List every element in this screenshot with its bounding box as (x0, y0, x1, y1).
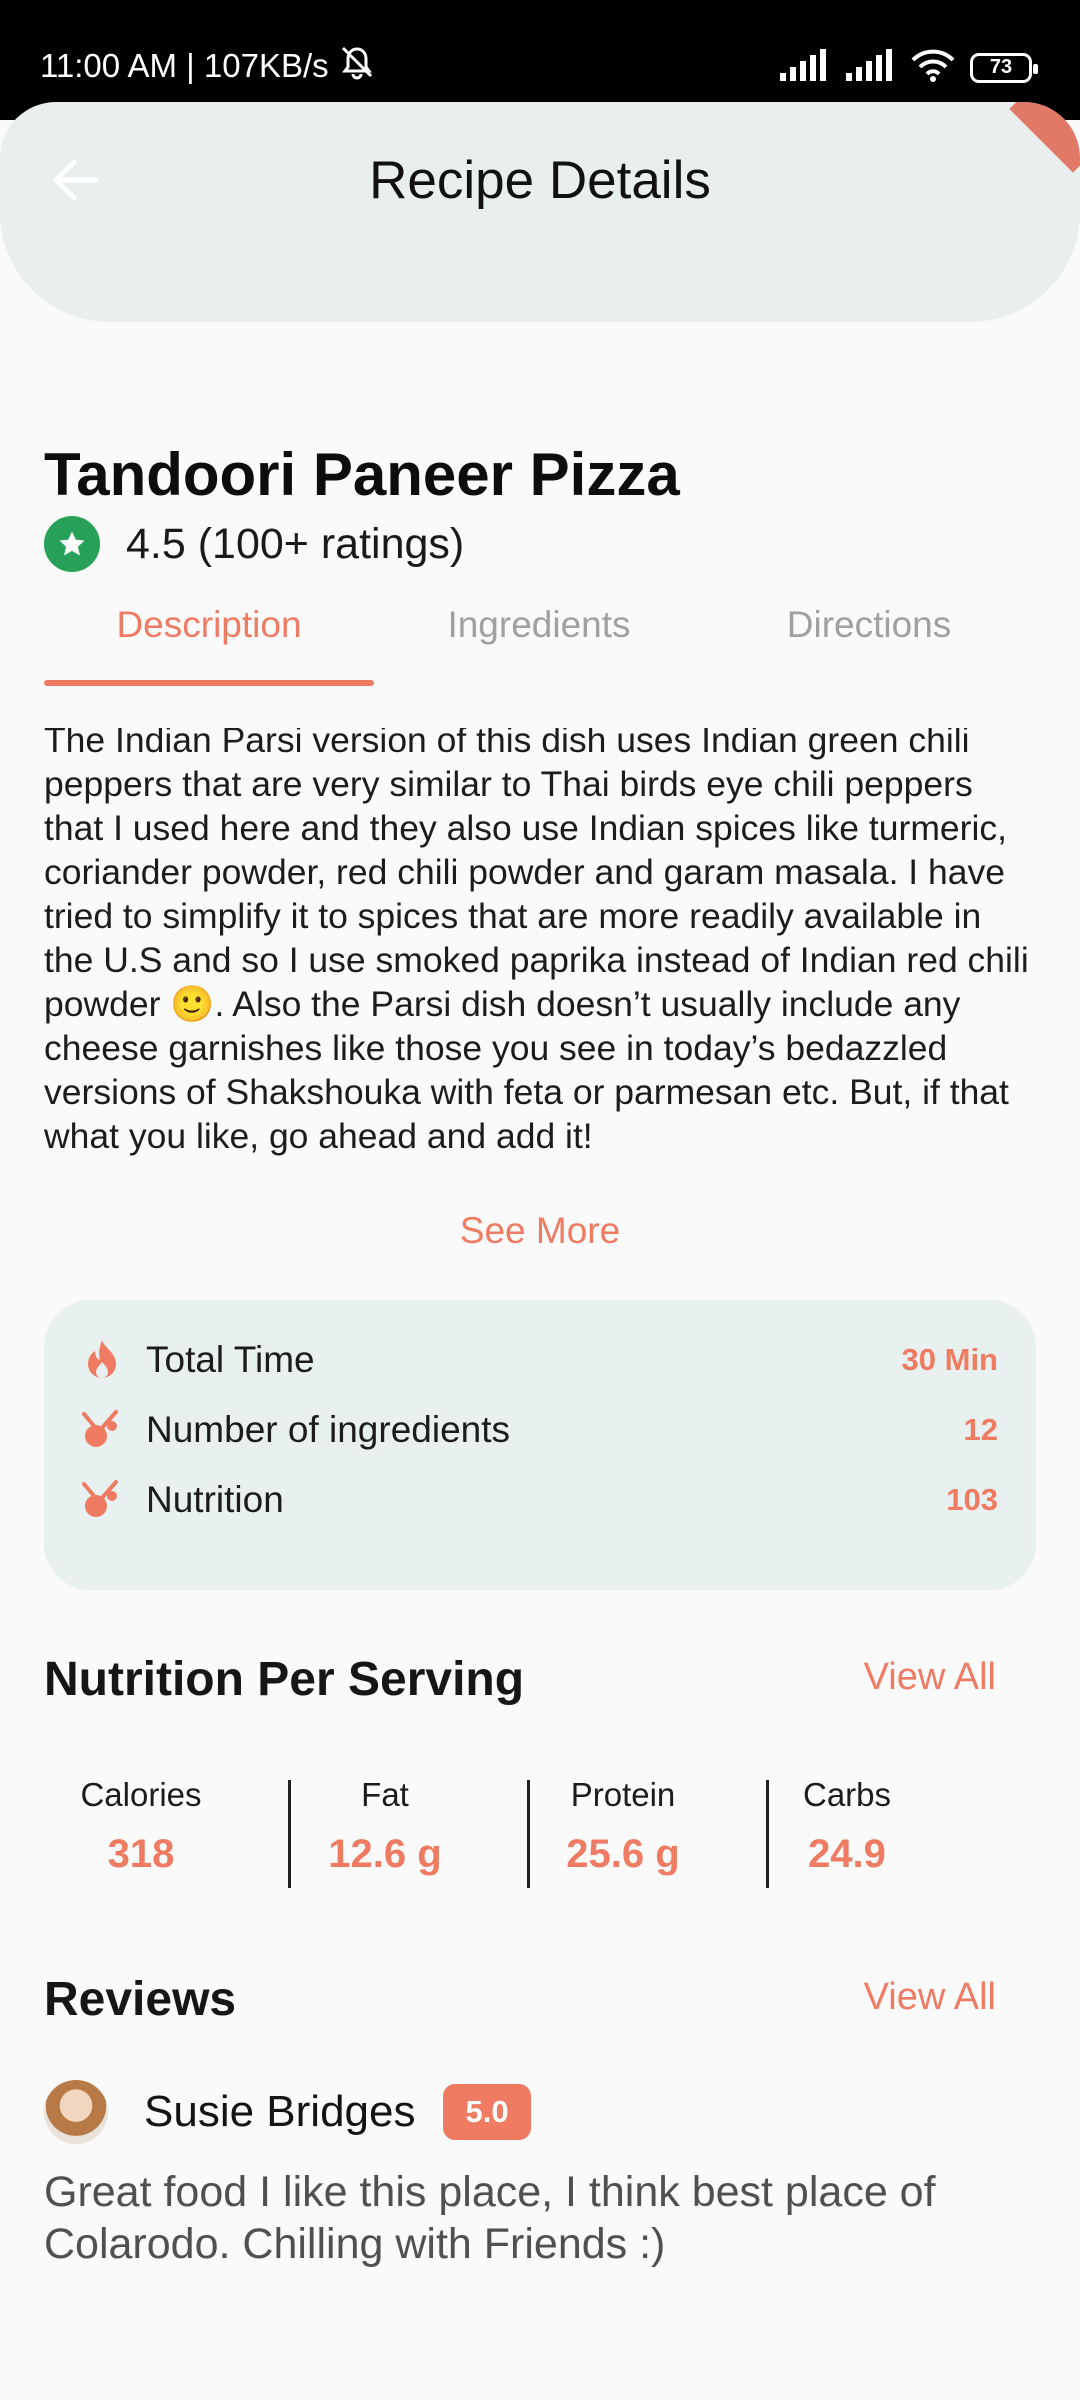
nutrient-value: 318 (107, 1832, 175, 1876)
status-time-speed: 11:00 AM | 107KB/s (40, 47, 329, 84)
review-text: Great food I like this place, I think be… (44, 2168, 936, 2268)
info-row-ingredients: Number of ingredients 12 (80, 1400, 998, 1460)
app-header: Recipe Details (0, 102, 1080, 322)
nutrient-label: Protein (570, 1776, 676, 1813)
nutrient-fat: Fat 12.6 g (290, 1776, 480, 1877)
nutrition-row: Calories 318 Fat 12.6 g Protein 25.6 g C… (44, 1776, 1004, 1890)
nutrient-calories: Calories 318 (46, 1776, 236, 1877)
active-tab-indicator (44, 680, 374, 686)
nutrition-icon (80, 1478, 124, 1522)
status-left: 11:00 AM | 107KB/s (40, 44, 377, 88)
nutrient-value: 12.6 g (328, 1832, 442, 1876)
reviewer-name: Susie Bridges (144, 2087, 416, 2136)
review-item: Susie Bridges 5.0 (44, 2080, 531, 2144)
info-value: 30 Min (901, 1342, 998, 1377)
wifi-icon (910, 48, 956, 87)
status-right: 73 (778, 48, 1038, 87)
signal-icon-2 (844, 49, 896, 86)
rating-row: 4.5 (100+ ratings) (44, 516, 464, 572)
info-value: 103 (946, 1482, 998, 1517)
description-container: The Indian Parsi version of this dish us… (44, 728, 1034, 1168)
mute-bell-icon (337, 44, 377, 88)
flame-icon (80, 1338, 124, 1382)
avatar (44, 2080, 108, 2144)
reviews-view-all-button[interactable]: View All (864, 1976, 996, 2019)
info-label: Total Time (146, 1339, 315, 1380)
review-score-badge: 5.0 (443, 2084, 531, 2140)
reviews-section-title: Reviews (44, 1973, 237, 2026)
ingredients-icon (80, 1408, 124, 1452)
tab-directions[interactable]: Directions (704, 600, 1034, 680)
info-row-nutrition: Nutrition 103 (80, 1470, 998, 1530)
tab-bar: Description Ingredients Directions (44, 600, 1034, 686)
nutrient-label: Carbs (802, 1776, 892, 1813)
recipe-info-card: Total Time 30 Min Number of ingredients … (44, 1300, 1036, 1590)
battery-level: 73 (989, 56, 1013, 78)
battery-icon: 73 (970, 52, 1038, 83)
tab-ingredients[interactable]: Ingredients (374, 600, 704, 680)
nutrient-label: Calories (80, 1776, 202, 1813)
nutrient-label: Fat (361, 1776, 409, 1813)
page-title: Recipe Details (369, 151, 711, 210)
description-text: The Indian Parsi version of this dish us… (44, 728, 1029, 1156)
nutrient-protein: Protein 25.6 g (528, 1776, 718, 1877)
nutrient-value: 25.6 g (566, 1832, 680, 1876)
rating-text: 4.5 (100+ ratings) (126, 519, 465, 568)
signal-icon (778, 49, 830, 86)
nutrition-view-all-button[interactable]: View All (864, 1656, 996, 1699)
nutrient-carbs: Carbs 24.9 (752, 1776, 942, 1877)
nutrient-value: 24.9 (808, 1832, 886, 1876)
recipe-title: Tandoori Paneer Pizza (44, 441, 680, 508)
see-more-button[interactable]: See More (0, 1210, 1080, 1252)
info-label: Number of ingredients (146, 1409, 511, 1450)
nutrition-section-title: Nutrition Per Serving (44, 1653, 525, 1706)
star-icon (44, 516, 100, 572)
tab-description[interactable]: Description (44, 600, 374, 680)
info-value: 12 (963, 1412, 998, 1447)
info-row-total-time: Total Time 30 Min (80, 1330, 998, 1390)
info-label: Nutrition (146, 1479, 284, 1520)
